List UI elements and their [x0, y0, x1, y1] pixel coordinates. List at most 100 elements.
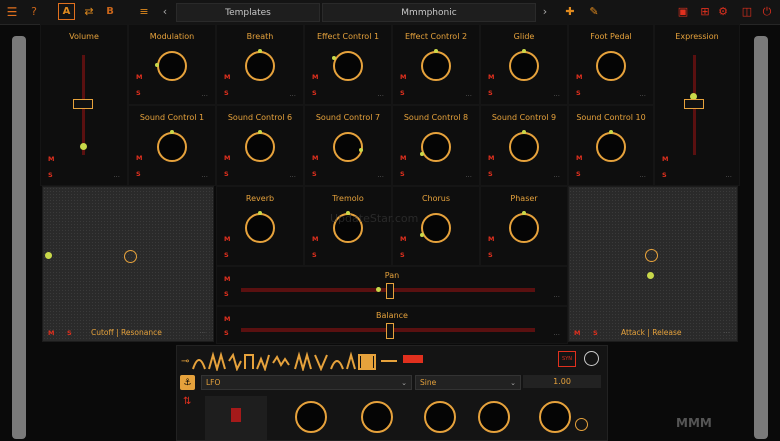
a-button[interactable]: A: [58, 3, 75, 20]
effect-control-2-knob[interactable]: [421, 49, 451, 81]
breath-knob[interactable]: [245, 49, 275, 81]
lfo-amount-knob[interactable]: [539, 401, 571, 433]
solo-button[interactable]: S: [576, 170, 581, 178]
solo-button[interactable]: S: [48, 171, 53, 179]
midi-icon[interactable]: ▣: [676, 3, 690, 20]
solo-button[interactable]: S: [488, 251, 493, 259]
sound-control-6-knob[interactable]: [245, 130, 275, 162]
lfo-phase-knob[interactable]: [424, 401, 456, 433]
sound-control-7-knob[interactable]: [333, 132, 363, 162]
solo-button[interactable]: S: [136, 170, 141, 178]
more-button[interactable]: ...: [113, 171, 120, 179]
mute-button[interactable]: M: [400, 73, 406, 81]
left-scroll-bar[interactable]: [12, 36, 26, 439]
modulation-knob[interactable]: [155, 51, 187, 81]
solo-button[interactable]: S: [593, 329, 598, 337]
more-button[interactable]: ...: [289, 171, 296, 179]
dial-icon[interactable]: [584, 351, 599, 366]
solo-button[interactable]: S: [224, 329, 229, 337]
b-button[interactable]: B: [104, 3, 116, 20]
mute-button[interactable]: M: [576, 73, 582, 81]
phaser-knob[interactable]: [509, 211, 539, 243]
volume-handle[interactable]: [73, 99, 93, 109]
solo-button[interactable]: S: [312, 89, 317, 97]
balance-handle[interactable]: [386, 323, 394, 339]
waveform-selector[interactable]: ⊸: [181, 350, 481, 372]
sync-button[interactable]: SYN: [558, 351, 576, 367]
solo-button[interactable]: S: [312, 251, 317, 259]
solo-button[interactable]: S: [312, 170, 317, 178]
cable-icon[interactable]: ⊸: [181, 356, 189, 367]
more-button[interactable]: ...: [465, 90, 472, 98]
waveform-dropdown[interactable]: Sine ⌄: [415, 375, 521, 390]
more-button[interactable]: ...: [553, 291, 560, 299]
lfo-fine-knob[interactable]: [575, 418, 588, 431]
solo-button[interactable]: S: [400, 89, 405, 97]
next-preset-icon[interactable]: ›: [540, 3, 550, 20]
lfo-icon[interactable]: ⚓: [180, 375, 195, 390]
chorus-knob[interactable]: [420, 213, 451, 243]
solo-button[interactable]: S: [224, 170, 229, 178]
lfo-dropdown[interactable]: LFO ⌄: [201, 375, 412, 390]
mute-button[interactable]: M: [224, 275, 230, 283]
mute-button[interactable]: M: [488, 73, 494, 81]
mute-button[interactable]: M: [224, 154, 230, 162]
expression-handle[interactable]: [684, 99, 704, 109]
more-button[interactable]: ...: [289, 90, 296, 98]
menu-icon[interactable]: ☰: [4, 3, 20, 20]
solo-button[interactable]: S: [400, 251, 405, 259]
waveform-shapes-icon[interactable]: [191, 351, 441, 371]
mute-button[interactable]: M: [224, 73, 230, 81]
solo-button[interactable]: S: [662, 171, 667, 179]
mute-button[interactable]: M: [48, 329, 54, 337]
mute-button[interactable]: M: [312, 235, 318, 243]
mute-button[interactable]: M: [488, 235, 494, 243]
more-button[interactable]: ...: [553, 329, 560, 337]
sound-control-9-knob[interactable]: [509, 130, 539, 162]
trigger-pad[interactable]: [205, 396, 267, 440]
settings-icon[interactable]: ⚙: [716, 3, 730, 20]
sound-control-8-knob[interactable]: [420, 132, 451, 162]
mute-button[interactable]: M: [312, 154, 318, 162]
xy-pad-attack-release[interactable]: M S Attack | Release ...: [568, 186, 738, 342]
mute-button[interactable]: M: [136, 73, 142, 81]
solo-button[interactable]: S: [67, 329, 72, 337]
help-icon[interactable]: ?: [28, 3, 40, 20]
mute-button[interactable]: M: [574, 329, 580, 337]
power-icon[interactable]: ⏻: [760, 3, 774, 20]
xy-handle[interactable]: [645, 249, 658, 262]
sound-control-10-knob[interactable]: [596, 130, 626, 162]
keyboard-icon[interactable]: ⊞: [698, 3, 712, 20]
more-button[interactable]: ...: [377, 90, 384, 98]
effect-control-1-knob[interactable]: [332, 51, 363, 81]
pan-handle[interactable]: [386, 283, 394, 299]
edit-icon[interactable]: ✎: [586, 3, 602, 20]
templates-button[interactable]: Templates: [176, 3, 320, 22]
preset-name-field[interactable]: Mmmphonic: [322, 3, 536, 22]
solo-button[interactable]: S: [224, 290, 229, 298]
mute-button[interactable]: M: [224, 315, 230, 323]
view-icon[interactable]: ◫: [740, 3, 754, 20]
foot-pedal-knob[interactable]: [596, 51, 626, 81]
mute-button[interactable]: M: [48, 155, 54, 163]
mute-button[interactable]: M: [400, 235, 406, 243]
more-button[interactable]: ...: [377, 171, 384, 179]
xy-pad-cutoff-resonance[interactable]: M S Cutoff | Resonance ...: [42, 186, 214, 342]
mute-button[interactable]: M: [224, 235, 230, 243]
solo-button[interactable]: S: [488, 89, 493, 97]
more-button[interactable]: ...: [723, 327, 730, 335]
more-button[interactable]: ...: [201, 171, 208, 179]
reverb-knob[interactable]: [245, 211, 275, 243]
mute-button[interactable]: M: [400, 154, 406, 162]
glide-knob[interactable]: [509, 49, 539, 81]
mute-button[interactable]: M: [662, 155, 668, 163]
solo-button[interactable]: S: [400, 170, 405, 178]
mute-button[interactable]: M: [488, 154, 494, 162]
sound-control-1-knob[interactable]: [157, 130, 187, 162]
solo-button[interactable]: S: [136, 89, 141, 97]
prev-preset-icon[interactable]: ‹: [160, 3, 170, 20]
lfo-offset-knob[interactable]: [478, 401, 510, 433]
more-button[interactable]: ...: [639, 171, 646, 179]
mute-button[interactable]: M: [312, 73, 318, 81]
mute-button[interactable]: M: [136, 154, 142, 162]
